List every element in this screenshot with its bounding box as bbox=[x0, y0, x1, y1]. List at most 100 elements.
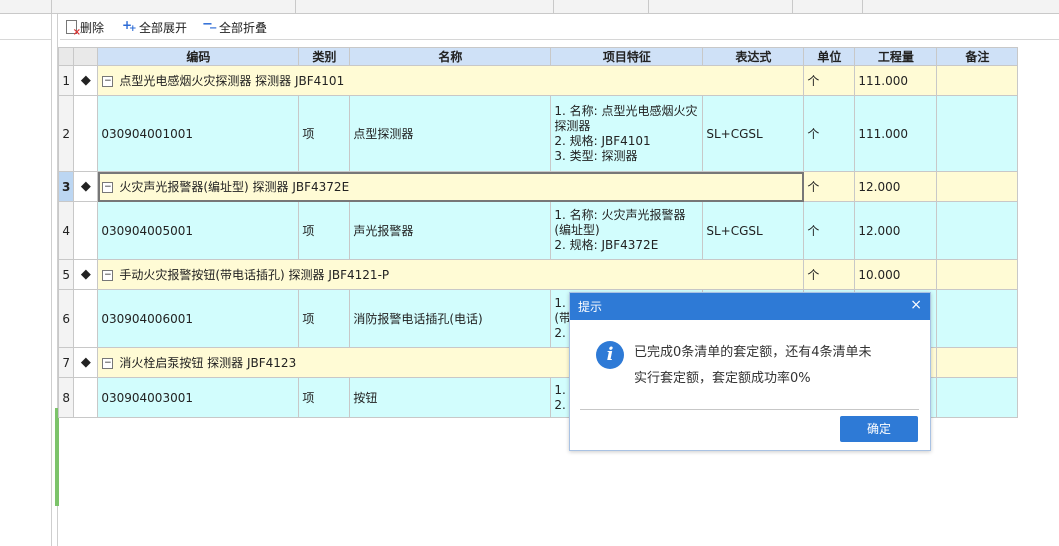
category-cell[interactable]: 项 bbox=[298, 289, 351, 348]
unit-cell[interactable]: 个 bbox=[803, 259, 856, 290]
marker-glyph: ◆ bbox=[80, 179, 91, 194]
corner-cell[interactable] bbox=[57, 47, 75, 66]
header-row: 编码 类别 名称 项目特征 表达式 单位 工程量 备注 bbox=[57, 47, 1019, 66]
remark-cell[interactable] bbox=[936, 289, 1019, 348]
table-row[interactable]: 3 ◆ − 火灾声光报警器(编址型) 探测器 JBF4372E 个 12.000 bbox=[57, 171, 1019, 202]
feature-line: 探测器 bbox=[554, 118, 591, 133]
name-cell[interactable]: 点型探测器 bbox=[349, 95, 552, 172]
code-cell[interactable]: 030904006001 bbox=[97, 289, 300, 348]
collapse-toggle-icon[interactable]: − bbox=[102, 76, 114, 87]
delete-button[interactable]: 删除 bbox=[66, 18, 104, 38]
table-row[interactable]: 5 ◆ − 手动火灾报警按钮(带电话插孔) 探测器 JBF4121-P 个 10.… bbox=[57, 259, 1019, 290]
remark-cell[interactable] bbox=[936, 171, 1019, 202]
col-header-name[interactable]: 名称 bbox=[349, 47, 552, 66]
collapse-all-label: 全部折叠 bbox=[219, 20, 268, 35]
expand-all-label: 全部展开 bbox=[139, 20, 188, 35]
code-cell[interactable]: 030904005001 bbox=[97, 201, 300, 260]
code-cell[interactable]: 030904003001 bbox=[97, 377, 300, 418]
feature-line: 1. 名称: 点型光电感烟火灾 bbox=[554, 103, 698, 118]
top-pane-strip bbox=[0, 0, 1059, 14]
quantity-cell[interactable]: 10.000 bbox=[854, 259, 938, 290]
left-pane bbox=[0, 14, 52, 546]
unit-cell[interactable]: 个 bbox=[803, 201, 856, 260]
table-row[interactable]: 1 ◆ − 点型光电感烟火灾探测器 探测器 JBF4101 个 111.000 bbox=[57, 65, 1019, 96]
category-cell[interactable]: 项 bbox=[298, 201, 351, 260]
collapse-toggle-icon[interactable]: − bbox=[102, 270, 114, 281]
row-number[interactable]: 1 bbox=[57, 65, 75, 96]
expand-all-icon bbox=[122, 18, 137, 34]
remark-cell[interactable] bbox=[936, 377, 1019, 418]
divider bbox=[51, 0, 52, 13]
category-cell[interactable]: 项 bbox=[298, 95, 351, 172]
dialog-message-line: 实行套定额，套定额成功率0% bbox=[634, 371, 811, 386]
category-cell[interactable]: 项 bbox=[298, 377, 351, 418]
ok-button[interactable]: 确定 bbox=[840, 416, 918, 442]
quantity-cell[interactable]: 12.000 bbox=[854, 201, 938, 260]
col-header-expression[interactable]: 表达式 bbox=[702, 47, 805, 66]
group-name-cell[interactable]: − 火灾声光报警器(编址型) 探测器 JBF4372E bbox=[97, 171, 805, 202]
table-row[interactable]: 4 030904005001 项 声光报警器 1. 名称: 火灾声光报警器 (编… bbox=[57, 201, 1019, 260]
remark-cell[interactable] bbox=[936, 95, 1019, 172]
unit-cell[interactable]: 个 bbox=[803, 171, 856, 202]
toolbar: 删除 全部展开 全部折叠 bbox=[60, 14, 1059, 40]
quantity-cell[interactable]: 12.000 bbox=[854, 171, 938, 202]
group-name: 消火栓启泵按钮 探测器 JBF4123 bbox=[119, 356, 297, 370]
prompt-dialog: 提示 × i 已完成0条清单的套定额，还有4条清单未 实行套定额，套定额成功率0… bbox=[569, 292, 931, 451]
unit-cell[interactable]: 个 bbox=[803, 95, 856, 172]
quantity-cell[interactable]: 111.000 bbox=[854, 95, 938, 172]
name-cell[interactable]: 按钮 bbox=[349, 377, 552, 418]
collapse-all-icon bbox=[202, 17, 217, 34]
divider bbox=[648, 0, 649, 13]
collapse-toggle-icon[interactable]: − bbox=[102, 358, 114, 369]
col-header-quantity[interactable]: 工程量 bbox=[854, 47, 938, 66]
unit-cell[interactable]: 个 bbox=[803, 65, 856, 96]
dialog-titlebar[interactable]: 提示 bbox=[570, 293, 930, 320]
code-cell[interactable]: 030904001001 bbox=[97, 95, 300, 172]
close-icon[interactable]: × bbox=[910, 297, 922, 313]
diamond-icon: ◆ bbox=[73, 259, 99, 290]
col-header-category[interactable]: 类别 bbox=[298, 47, 351, 66]
dialog-message-line: 已完成0条清单的套定额，还有4条清单未 bbox=[634, 345, 872, 360]
row-number[interactable]: 7 bbox=[57, 347, 75, 378]
remark-cell[interactable] bbox=[936, 347, 1019, 378]
col-header-unit[interactable]: 单位 bbox=[803, 47, 856, 66]
name-cell[interactable]: 声光报警器 bbox=[349, 201, 552, 260]
divider bbox=[792, 0, 793, 13]
row-number[interactable]: 8 bbox=[57, 377, 75, 418]
quantity-cell[interactable]: 111.000 bbox=[854, 65, 938, 96]
row-number[interactable]: 3 bbox=[57, 171, 75, 202]
marker-glyph: ◆ bbox=[80, 267, 91, 282]
col-header-code[interactable]: 编码 bbox=[97, 47, 300, 66]
marker-header bbox=[73, 47, 99, 66]
feature-line: 3. 类型: 探测器 bbox=[554, 148, 638, 163]
col-header-feature[interactable]: 项目特征 bbox=[550, 47, 704, 66]
name-cell[interactable]: 消防报警电话插孔(电话) bbox=[349, 289, 552, 348]
divider bbox=[862, 0, 863, 13]
marker-cell bbox=[73, 95, 99, 172]
feature-cell[interactable]: 1. 名称: 火灾声光报警器 (编址型) 2. 规格: JBF4372E bbox=[550, 201, 704, 260]
marker-cell bbox=[73, 201, 99, 260]
remark-cell[interactable] bbox=[936, 65, 1019, 96]
row-number[interactable]: 6 bbox=[57, 289, 75, 348]
group-name: 火灾声光报警器(编址型) 探测器 JBF4372E bbox=[119, 180, 350, 194]
row-number[interactable]: 4 bbox=[57, 201, 75, 260]
group-name-cell[interactable]: − 手动火灾报警按钮(带电话插孔) 探测器 JBF4121-P bbox=[97, 259, 805, 290]
marker-glyph: ◆ bbox=[80, 73, 91, 88]
col-header-remark[interactable]: 备注 bbox=[936, 47, 1019, 66]
expression-cell[interactable]: SL+CGSL bbox=[702, 95, 805, 172]
feature-cell[interactable]: 1. 名称: 点型光电感烟火灾 探测器 2. 规格: JBF4101 3. 类型… bbox=[550, 95, 704, 172]
row-number[interactable]: 5 bbox=[57, 259, 75, 290]
group-name: 手动火灾报警按钮(带电话插孔) 探测器 JBF4121-P bbox=[119, 268, 390, 282]
table-row[interactable]: 2 030904001001 项 点型探测器 1. 名称: 点型光电感烟火灾 探… bbox=[57, 95, 1019, 172]
info-icon: i bbox=[596, 341, 624, 369]
row-number[interactable]: 2 bbox=[57, 95, 75, 172]
expand-all-button[interactable]: 全部展开 bbox=[122, 18, 187, 36]
collapse-toggle-icon[interactable]: − bbox=[102, 182, 114, 193]
remark-cell[interactable] bbox=[936, 259, 1019, 290]
group-name-cell[interactable]: − 点型光电感烟火灾探测器 探测器 JBF4101 bbox=[97, 65, 805, 96]
diamond-icon: ◆ bbox=[73, 65, 99, 96]
diamond-icon: ◆ bbox=[73, 171, 99, 202]
expression-cell[interactable]: SL+CGSL bbox=[702, 201, 805, 260]
remark-cell[interactable] bbox=[936, 201, 1019, 260]
collapse-all-button[interactable]: 全部折叠 bbox=[202, 17, 268, 36]
